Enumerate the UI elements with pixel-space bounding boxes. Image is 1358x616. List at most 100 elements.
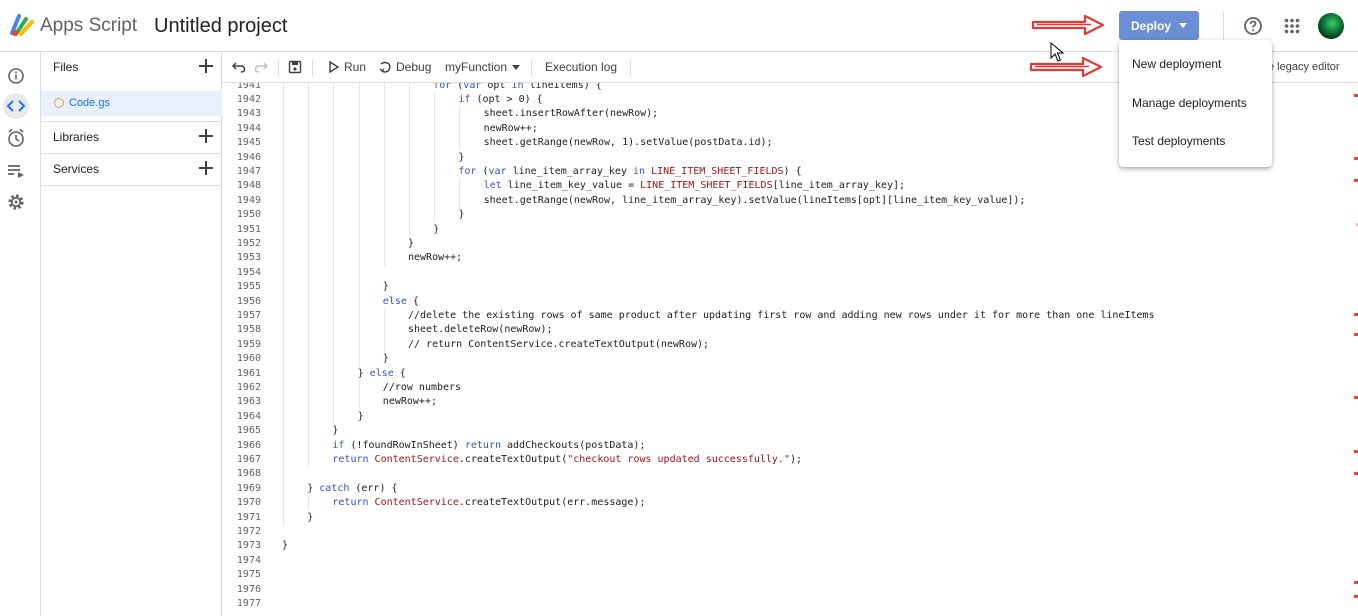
line-number: 1967 <box>236 453 261 465</box>
code-line[interactable]: 1958 sheet.deleteRow(newRow); <box>222 323 1358 337</box>
code-line[interactable]: 1955} <box>222 280 1358 294</box>
code-line[interactable]: 1948 let line_item_key_value = LINE_ITEM_… <box>222 179 1358 193</box>
code-line[interactable]: 1964} <box>222 410 1358 424</box>
execution-log-button[interactable]: Execution log <box>545 60 617 74</box>
test-deployments-item[interactable]: Test deployments <box>1119 125 1272 157</box>
add-service-icon[interactable] <box>199 161 213 175</box>
line-number: 1968 <box>236 468 261 480</box>
manage-deployments-item[interactable]: Manage deployments <box>1119 87 1272 119</box>
line-number: 1963 <box>236 396 261 408</box>
code-line[interactable]: 1973} <box>222 539 1358 553</box>
chevron-down-icon[interactable] <box>512 65 520 70</box>
code-line[interactable]: 1976 <box>222 583 1358 597</box>
code-line[interactable]: 1957 //delete the existing rows of same p… <box>222 309 1358 323</box>
line-number: 1943 <box>236 108 261 120</box>
code-icon[interactable] <box>4 94 28 118</box>
function-selector[interactable]: myFunction <box>445 60 507 74</box>
debug-icon[interactable] <box>378 60 392 74</box>
gear-icon[interactable] <box>4 190 28 214</box>
code-line[interactable]: 1949 sheet.getRange(newRow, line_item_arr… <box>222 194 1358 208</box>
annotation-arrow-icon <box>1029 56 1103 78</box>
code-text: if (!foundRowInSheet) return addCheckout… <box>332 439 646 451</box>
code-line[interactable]: 1953 newRow++; <box>222 251 1358 265</box>
redo-icon[interactable] <box>254 60 268 74</box>
line-number: 1952 <box>236 237 261 249</box>
code-line[interactable]: 1951} <box>222 223 1358 237</box>
save-icon[interactable] <box>288 60 302 74</box>
code-text: sheet.getRange(newRow, 1).setValue(postD… <box>483 137 773 149</box>
code-text: return ContentService.createTextOutput("… <box>332 453 803 465</box>
line-number: 1954 <box>236 266 261 278</box>
undo-icon[interactable] <box>232 60 246 74</box>
line-number: 1942 <box>236 93 261 105</box>
code-line[interactable]: 1977 <box>222 597 1358 611</box>
line-number: 1946 <box>236 151 261 163</box>
code-text: newRow++; <box>483 122 538 134</box>
debug-button[interactable]: Debug <box>396 60 431 74</box>
menu-item-label: Manage deployments <box>1132 96 1247 110</box>
line-number: 1944 <box>236 122 261 134</box>
app-name[interactable]: Apps Script <box>40 15 137 37</box>
files-panel: Files Code.gs Libraries Services <box>41 52 222 616</box>
run-button[interactable]: Run <box>344 60 366 74</box>
use-legacy-editor-link[interactable]: e legacy editor <box>1268 61 1340 73</box>
line-number: 1964 <box>236 410 261 422</box>
add-library-icon[interactable] <box>199 129 213 143</box>
code-line[interactable]: 1971} <box>222 511 1358 525</box>
executions-icon[interactable] <box>4 159 28 183</box>
code-line[interactable]: 1968 <box>222 467 1358 481</box>
file-status-icon <box>54 98 64 108</box>
line-number: 1971 <box>236 511 261 523</box>
new-deployment-item[interactable]: New deployment <box>1119 48 1272 80</box>
code-text: sheet.deleteRow(newRow); <box>408 324 553 336</box>
code-line[interactable]: 1967 return ContentService.createTextOutp… <box>222 453 1358 467</box>
code-text: } <box>357 410 364 422</box>
code-line[interactable]: 1959 // return ContentService.createTextO… <box>222 338 1358 352</box>
project-title[interactable]: Untitled project <box>154 15 287 38</box>
line-number: 1948 <box>236 180 261 192</box>
line-number: 1975 <box>236 569 261 581</box>
code-text: // return ContentService.createTextOutpu… <box>408 338 710 350</box>
code-line[interactable]: 1962 //row numbers <box>222 381 1358 395</box>
code-text: //row numbers <box>382 381 462 393</box>
line-number: 1949 <box>236 194 261 206</box>
code-line[interactable]: 1960} <box>222 352 1358 366</box>
code-line[interactable]: 1965} <box>222 424 1358 438</box>
google-apps-icon[interactable] <box>1284 18 1300 34</box>
code-text: } catch (err) { <box>307 482 398 494</box>
file-name: Code.gs <box>69 97 110 109</box>
code-line[interactable]: 1956 else { <box>222 295 1358 309</box>
code-line[interactable]: 1950} <box>222 208 1358 222</box>
clock-icon[interactable] <box>4 126 28 150</box>
code-line[interactable]: 1947 for (var line_item_array_key in LINE… <box>222 165 1358 179</box>
avatar[interactable] <box>1318 13 1344 39</box>
mouse-cursor-icon <box>1050 42 1064 62</box>
code-line[interactable]: 1974 <box>222 554 1358 568</box>
line-number: 1965 <box>236 425 261 437</box>
code-line[interactable]: 1954 <box>222 266 1358 280</box>
menu-item-label: New deployment <box>1132 57 1222 71</box>
menu-item-label: Test deployments <box>1132 134 1226 148</box>
code-line[interactable]: 1963 newRow++; <box>222 395 1358 409</box>
header-divider <box>1223 12 1224 40</box>
info-icon[interactable] <box>4 64 28 88</box>
code-text: } <box>332 425 339 437</box>
code-line[interactable]: 1961} else { <box>222 367 1358 381</box>
code-text: else { <box>382 295 419 307</box>
code-line[interactable]: 1975 <box>222 568 1358 582</box>
code-line[interactable]: 1972 <box>222 525 1358 539</box>
code-line[interactable]: 1952} <box>222 237 1358 251</box>
line-number: 1958 <box>236 324 261 336</box>
line-number: 1962 <box>236 381 261 393</box>
help-icon[interactable] <box>1243 16 1263 36</box>
add-file-icon[interactable] <box>199 59 213 73</box>
deploy-button[interactable]: Deploy <box>1119 11 1199 40</box>
code-line[interactable]: 1970 return ContentService.createTextOutp… <box>222 496 1358 510</box>
line-number: 1941 <box>236 83 261 91</box>
file-item-code-gs[interactable]: Code.gs <box>41 91 222 116</box>
code-text: sheet.getRange(newRow, line_item_array_k… <box>483 194 1026 206</box>
run-icon[interactable] <box>328 60 340 74</box>
code-line[interactable]: 1969} catch (err) { <box>222 482 1358 496</box>
code-line[interactable]: 1966 if (!foundRowInSheet) return addChec… <box>222 439 1358 453</box>
files-label: Files <box>53 60 79 74</box>
